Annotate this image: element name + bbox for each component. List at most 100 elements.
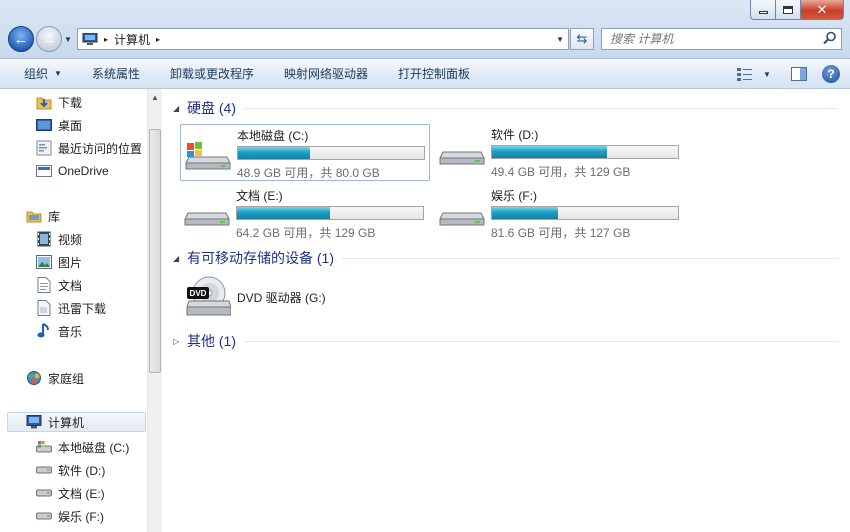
- sidebar-item-label: 家庭组: [48, 371, 85, 386]
- computer-icon: [26, 414, 42, 430]
- drive-tile-d[interactable]: 软件 (D:) 49.4 GB 可用，共 129 GB: [435, 124, 685, 181]
- drive-icon: [184, 212, 230, 226]
- refresh-icon: ⇆: [576, 31, 588, 46]
- organize-label: 组织: [24, 67, 49, 81]
- sidebar-item-label: 音乐: [58, 324, 83, 339]
- breadcrumb-separator[interactable]: ▸: [156, 35, 160, 44]
- music-icon: [36, 323, 52, 339]
- breadcrumb-computer[interactable]: 计算机: [114, 31, 150, 48]
- help-button[interactable]: ?: [822, 65, 840, 83]
- change-view-button[interactable]: [734, 64, 756, 84]
- sidebar-item-drive-c[interactable]: 本地磁盘 (C:): [36, 437, 129, 457]
- dvd-drive-tile[interactable]: DVD DVD 驱动器 (G:): [183, 275, 383, 323]
- address-history-dropdown[interactable]: ▼: [556, 35, 564, 44]
- sidebar-item-label: 软件 (D:): [58, 463, 106, 478]
- forward-arrow-icon: →: [42, 31, 56, 47]
- sidebar-item-label: 库: [48, 209, 61, 224]
- scrollbar-thumb[interactable]: [149, 129, 161, 373]
- view-options-icon: [737, 68, 752, 81]
- drive-usage-bar: [236, 206, 424, 220]
- sidebar-item-videos[interactable]: 视频: [36, 229, 82, 249]
- sidebar-item-pictures[interactable]: 图片: [36, 252, 82, 272]
- drive-name: 本地磁盘 (C:): [237, 129, 309, 143]
- drive-usage-bar: [491, 206, 679, 220]
- drive-tile-e[interactable]: 文档 (E:) 64.2 GB 可用，共 129 GB: [180, 185, 430, 242]
- system-properties-label: 系统属性: [91, 67, 140, 81]
- minimize-button[interactable]: [750, 0, 776, 20]
- system-drive-icon: [36, 439, 52, 455]
- uninstall-program-button[interactable]: 卸载或更改程序: [155, 58, 269, 89]
- sidebar-item-libraries[interactable]: 库: [26, 206, 60, 226]
- system-properties-button[interactable]: 系统属性: [77, 58, 155, 89]
- map-network-drive-label: 映射网络驱动器: [283, 67, 368, 81]
- collapse-triangle-icon[interactable]: ◢: [173, 254, 185, 263]
- sidebar-item-label: 桌面: [58, 118, 83, 133]
- group-hard-disks[interactable]: ◢ 硬盘 (4): [163, 97, 838, 119]
- drive-icon: [439, 212, 485, 226]
- scroll-up-icon[interactable]: ▲: [151, 93, 159, 102]
- group-title: 硬盘 (4): [187, 100, 236, 116]
- sidebar-item-recent-places[interactable]: 最近访问的位置: [36, 138, 142, 158]
- close-icon: ✕: [816, 1, 828, 17]
- onedrive-icon: [36, 163, 52, 179]
- forward-button[interactable]: →: [36, 26, 62, 52]
- drive-tile-c[interactable]: 本地磁盘 (C:) 48.9 GB 可用，共 80.0 GB: [180, 124, 430, 181]
- organize-menu[interactable]: 组织 ▼: [0, 58, 77, 89]
- maximize-button[interactable]: [776, 0, 801, 20]
- sidebar-item-xunlei-downloads[interactable]: 迅雷下载: [36, 298, 106, 318]
- search-input[interactable]: [602, 29, 812, 49]
- group-removable-storage[interactable]: ◢ 有可移动存储的设备 (1): [163, 247, 838, 269]
- back-button[interactable]: ←: [8, 26, 34, 52]
- expand-triangle-icon[interactable]: ▷: [173, 337, 185, 346]
- drive-usage-fill: [492, 207, 559, 219]
- search-box[interactable]: [601, 28, 842, 50]
- preview-pane-button[interactable]: [788, 64, 810, 84]
- navigation-pane: 下载 桌面 最近访问的位置 OneDrive 库 视频 图片 文档 迅雷下载 音…: [0, 89, 162, 532]
- videos-icon: [36, 231, 52, 247]
- breadcrumb-separator[interactable]: ▸: [104, 35, 108, 44]
- chevron-down-icon: ▼: [54, 69, 62, 78]
- sidebar-item-documents[interactable]: 文档: [36, 275, 82, 295]
- content-pane: ◢ 硬盘 (4) 本地磁盘 (C:) 48.9 GB 可用，共 80.0 GB …: [163, 89, 850, 532]
- recent-pages-dropdown[interactable]: ▼: [64, 35, 72, 44]
- recent-places-icon: [36, 140, 52, 156]
- drive-usage-fill: [238, 147, 311, 159]
- sidebar-item-label: OneDrive: [58, 164, 109, 178]
- sidebar-item-label: 最近访问的位置: [58, 141, 143, 156]
- navigation-scrollbar[interactable]: ▲: [147, 89, 162, 532]
- close-button[interactable]: ✕: [801, 0, 844, 20]
- sidebar-item-music[interactable]: 音乐: [36, 321, 82, 341]
- sidebar-item-drive-f[interactable]: 娱乐 (F:): [36, 506, 104, 526]
- address-bar[interactable]: ▸ 计算机 ▸ ▼: [77, 28, 569, 50]
- refresh-button[interactable]: ⇆: [570, 28, 594, 50]
- sidebar-item-desktop[interactable]: 桌面: [36, 115, 82, 135]
- sidebar-item-downloads[interactable]: 下载: [36, 92, 82, 112]
- drive-size-text: 81.6 GB 可用，共 127 GB: [491, 226, 631, 240]
- drive-icon: [36, 462, 52, 478]
- map-network-drive-button[interactable]: 映射网络驱动器: [269, 58, 383, 89]
- open-control-panel-button[interactable]: 打开控制面板: [383, 58, 485, 89]
- sidebar-item-label: 视频: [58, 232, 83, 247]
- sidebar-item-onedrive[interactable]: OneDrive: [36, 161, 109, 181]
- view-options-dropdown[interactable]: ▼: [756, 64, 778, 84]
- maximize-icon: [783, 5, 793, 14]
- drive-name: 文档 (E:): [236, 189, 283, 203]
- drive-name: 娱乐 (F:): [491, 189, 537, 203]
- drive-icon: [439, 151, 485, 165]
- pictures-icon: [36, 254, 52, 270]
- drive-tile-f[interactable]: 娱乐 (F:) 81.6 GB 可用，共 127 GB: [435, 185, 685, 242]
- drive-usage-fill: [492, 146, 607, 158]
- collapse-triangle-icon[interactable]: ◢: [173, 104, 185, 113]
- command-bar: 组织 ▼ 系统属性 卸载或更改程序 映射网络驱动器 打开控制面板 ▼ ?: [0, 58, 850, 89]
- sidebar-item-drive-e[interactable]: 文档 (E:): [36, 483, 105, 503]
- chevron-down-icon: ▼: [763, 69, 771, 79]
- sidebar-item-homegroup[interactable]: 家庭组: [26, 368, 84, 388]
- group-divider: [244, 107, 838, 109]
- sidebar-item-drive-d[interactable]: 软件 (D:): [36, 460, 105, 480]
- sidebar-item-computer[interactable]: 计算机: [7, 412, 146, 432]
- documents-icon: [36, 277, 52, 293]
- group-title: 其他 (1): [187, 333, 236, 349]
- group-other[interactable]: ▷ 其他 (1): [163, 330, 838, 352]
- open-control-panel-label: 打开控制面板: [397, 67, 470, 81]
- sidebar-item-label: 图片: [58, 255, 83, 270]
